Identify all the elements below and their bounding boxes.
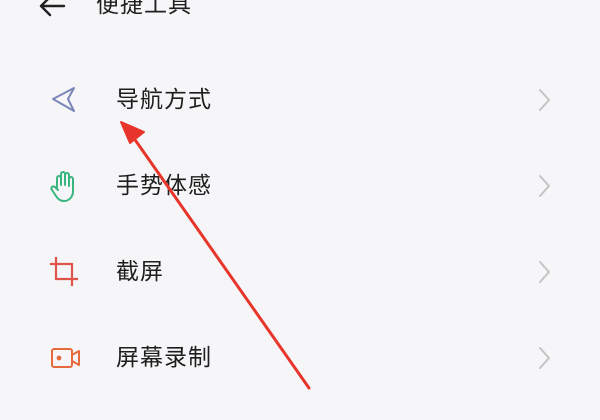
- menu-item-label: 屏幕录制: [116, 345, 212, 371]
- top-bar: 便捷工具: [0, 0, 600, 28]
- menu-item-screenshot[interactable]: 截屏: [0, 231, 600, 315]
- chevron-right-icon: [532, 86, 556, 114]
- menu-item-label: 导航方式: [116, 87, 212, 113]
- hand-gesture-icon: [44, 166, 84, 206]
- menu-item-label: 手势体感: [116, 173, 212, 199]
- arrow-left-icon: [39, 0, 66, 17]
- chevron-right-icon: [532, 172, 556, 200]
- navigation-arrow-icon: [44, 80, 84, 120]
- menu-item-label: 截屏: [116, 259, 164, 285]
- screen-record-icon: [44, 338, 84, 378]
- menu-item-navigation-mode[interactable]: 导航方式: [0, 59, 600, 143]
- back-button[interactable]: [34, 0, 70, 24]
- chevron-right-icon: [532, 258, 556, 286]
- menu-item-gesture-motion[interactable]: 手势体感: [0, 145, 600, 229]
- crop-screenshot-icon: [44, 252, 84, 292]
- settings-screen: 便捷工具 导航方式 手势体感 截屏 屏幕录制: [0, 0, 600, 420]
- page-title: 便捷工具: [96, 0, 192, 18]
- chevron-right-icon: [532, 344, 556, 372]
- menu-item-screen-recording[interactable]: 屏幕录制: [0, 317, 600, 401]
